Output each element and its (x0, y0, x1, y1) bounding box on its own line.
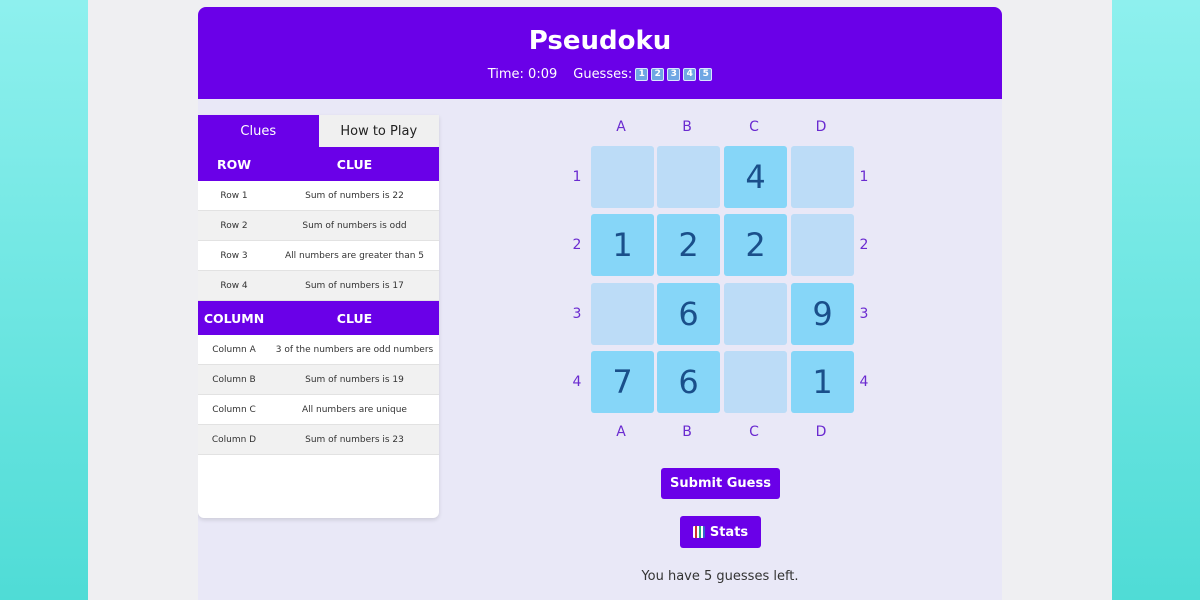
column-label-top-c: C (749, 119, 759, 135)
row-label-right-3: 3 (859, 306, 869, 322)
column-label-top-a: A (616, 119, 626, 135)
column-label-bottom-d: D (815, 424, 827, 440)
submit-guess-label: Submit Guess (670, 476, 771, 491)
guesses-left-message: You have 5 guesses left. (641, 569, 799, 584)
submit-guess-button[interactable]: Submit Guess (661, 468, 780, 499)
column-label-top-d: D (815, 119, 827, 135)
grid-cell-c2[interactable]: 2 (724, 214, 787, 276)
grid-cell-d3[interactable]: 9 (791, 283, 854, 345)
grid-cell-c3[interactable] (724, 283, 787, 345)
column-label-top-b: B (682, 119, 692, 135)
row-label-right-1: 1 (859, 169, 869, 185)
grid-cell-a2[interactable]: 1 (591, 214, 654, 276)
game-app: Pseudoku Time: 0:09 Guesses: 1 2 3 4 5 C… (198, 7, 1002, 600)
grid-cell-b3[interactable]: 6 (657, 283, 720, 345)
grid-cell-a1[interactable] (591, 146, 654, 208)
row-label-left-3: 3 (572, 306, 582, 322)
column-label-bottom-b: B (682, 424, 692, 440)
puzzle-board: A B C D A B C D 1 2 3 4 1 2 3 4 4 1 2 2 … (198, 7, 1002, 600)
grid-cell-a4[interactable]: 7 (591, 351, 654, 413)
stats-label: Stats (709, 524, 749, 540)
stats-button[interactable]: Stats (680, 516, 761, 548)
grid-cell-b4[interactable]: 6 (657, 351, 720, 413)
row-label-left-2: 2 (572, 237, 582, 253)
grid-cell-c1[interactable]: 4 (724, 146, 787, 208)
grid-cell-d4[interactable]: 1 (791, 351, 854, 413)
column-label-bottom-c: C (749, 424, 759, 440)
grid-cell-c4[interactable] (724, 351, 787, 413)
grid-cell-b2[interactable]: 2 (657, 214, 720, 276)
grid-cell-b1[interactable] (657, 146, 720, 208)
grid-cell-a3[interactable] (591, 283, 654, 345)
grid-cell-d2[interactable] (791, 214, 854, 276)
bar-chart-icon (692, 526, 705, 538)
row-label-right-2: 2 (859, 237, 869, 253)
row-label-left-1: 1 (572, 169, 582, 185)
row-label-left-4: 4 (572, 374, 582, 390)
row-label-right-4: 4 (859, 374, 869, 390)
column-label-bottom-a: A (616, 424, 626, 440)
grid-cell-d1[interactable] (791, 146, 854, 208)
